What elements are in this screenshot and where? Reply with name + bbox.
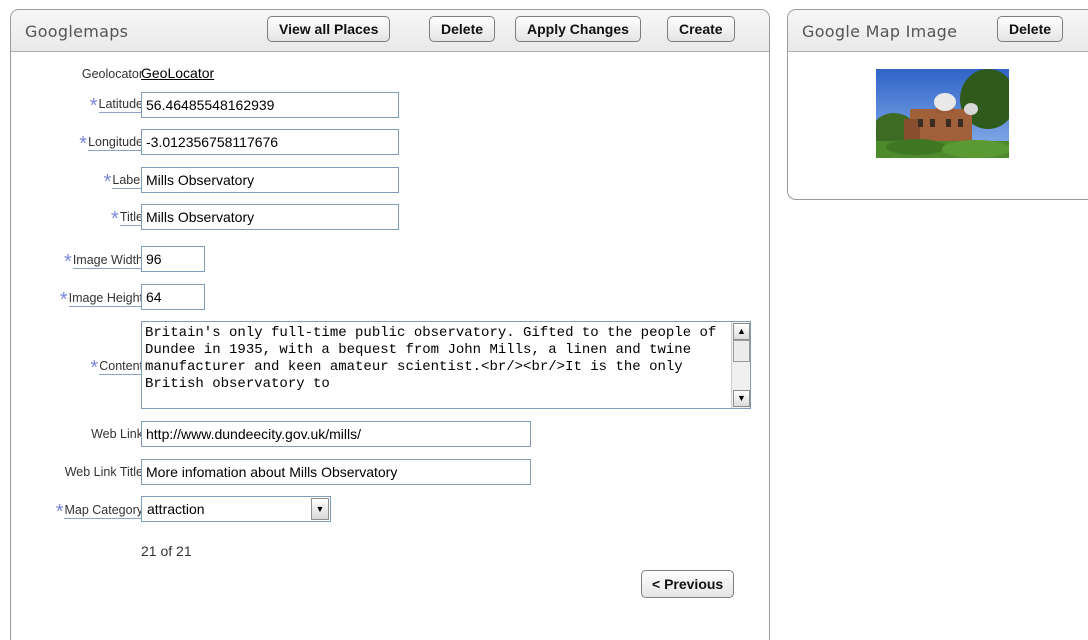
googlemaps-region: Googlemaps View all Places Delete Apply …	[10, 9, 770, 640]
geolocator-link[interactable]: GeoLocator	[141, 65, 214, 81]
longitude-label: Longitude	[88, 135, 143, 151]
required-star-icon: *	[79, 133, 88, 155]
scroll-up-icon[interactable]: ▲	[733, 323, 750, 340]
title-input[interactable]	[141, 204, 399, 230]
google-map-image-region: Google Map Image Delete	[787, 9, 1088, 200]
required-star-icon: *	[55, 501, 64, 523]
image-width-input[interactable]	[141, 246, 205, 272]
longitude-input[interactable]	[141, 129, 399, 155]
geolocator-label: Geolocator	[81, 67, 143, 81]
title-label: Title	[119, 210, 143, 226]
geolocator-label-wrap: Geolocator	[82, 66, 143, 81]
content-text: Britain's only full-time public observat…	[145, 325, 725, 392]
image-width-label-wrap: *Image Width	[64, 252, 143, 272]
label-label: Label	[112, 173, 143, 189]
previous-button[interactable]: < Previous	[641, 570, 735, 598]
web-link-title-input[interactable]	[141, 459, 531, 485]
map-category-label: Map Category	[64, 503, 143, 519]
required-star-icon: *	[103, 171, 112, 193]
image-delete-button[interactable]: Delete	[997, 16, 1064, 42]
web-link-title-label: Web Link Title	[64, 465, 143, 479]
web-link-label-wrap: Web Link	[91, 426, 143, 441]
region-header: Googlemaps View all Places Delete Apply …	[11, 10, 769, 52]
scroll-down-icon[interactable]: ▼	[733, 390, 750, 407]
title-label-wrap: *Title	[111, 209, 143, 229]
required-star-icon: *	[90, 357, 99, 379]
content-label-wrap: *Content	[90, 358, 143, 378]
observatory-image	[872, 69, 1016, 158]
latitude-label-wrap: *Latitude	[90, 96, 143, 116]
chevron-down-icon[interactable]: ▼	[311, 498, 329, 520]
web-link-input[interactable]	[141, 421, 531, 447]
region-title: Googlemaps	[25, 22, 129, 41]
web-link-title-label-wrap: Web Link Title	[65, 464, 143, 479]
content-textarea[interactable]: Britain's only full-time public observat…	[141, 321, 751, 409]
map-category-select[interactable]: attraction ▼	[141, 496, 331, 522]
required-star-icon: *	[64, 251, 72, 273]
image-height-label-wrap: *Image Height	[60, 290, 143, 310]
latitude-label: Latitude	[98, 97, 143, 113]
delete-button[interactable]: Delete	[429, 16, 496, 42]
required-star-icon: *	[111, 208, 119, 230]
map-category-label-wrap: *Map Category	[56, 502, 143, 522]
required-star-icon: *	[89, 95, 98, 117]
scroll-thumb[interactable]	[733, 340, 750, 362]
create-button[interactable]: Create	[667, 16, 735, 42]
web-link-label: Web Link	[91, 427, 143, 441]
label-label-wrap: *Label	[104, 172, 143, 192]
record-counter: 21 of 21	[141, 543, 192, 559]
label-input[interactable]	[141, 167, 399, 193]
region-title: Google Map Image	[802, 22, 958, 41]
content-scrollbar[interactable]: ▲ ▼	[731, 322, 750, 408]
longitude-label-wrap: *Longitude	[79, 134, 143, 154]
latitude-input[interactable]	[141, 92, 399, 118]
apply-changes-button[interactable]: Apply Changes	[515, 16, 641, 42]
observatory-photo-icon	[872, 69, 1016, 158]
content-label: Content	[99, 359, 143, 375]
view-all-places-button[interactable]: View all Places	[267, 16, 391, 42]
image-height-label: Image Height	[68, 291, 143, 307]
image-height-input[interactable]	[141, 284, 205, 310]
image-width-label: Image Width	[72, 253, 143, 269]
region-header: Google Map Image Delete	[788, 10, 1088, 52]
map-category-value: attraction	[147, 501, 205, 517]
required-star-icon: *	[59, 289, 68, 311]
